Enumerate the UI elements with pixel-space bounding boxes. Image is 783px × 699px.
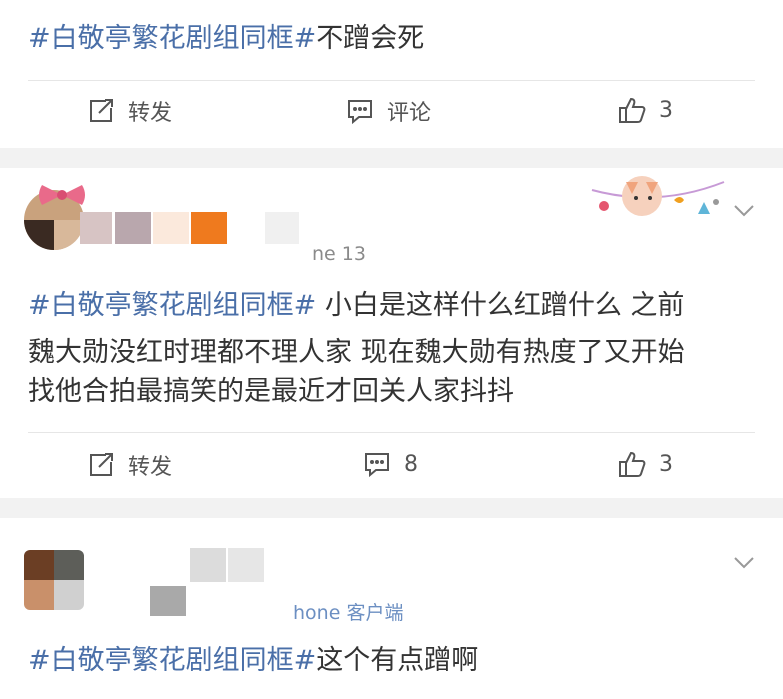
chevron-down-icon[interactable] [733, 204, 755, 218]
chevron-down-icon[interactable] [733, 556, 755, 570]
comment-count: 8 [404, 451, 418, 477]
like-button[interactable]: 3 [617, 449, 673, 479]
hashtag-link[interactable]: #白敬亭繁花剧组同框# [28, 23, 316, 54]
comment-icon [365, 453, 389, 478]
avatar[interactable] [24, 550, 84, 610]
repost-button[interactable]: 转发 [86, 449, 172, 481]
bow-icon [39, 185, 85, 205]
repost-button[interactable]: 转发 [86, 95, 172, 127]
post-body-line-3: 找他合拍最搞笑的是最近才回关人家抖抖 [28, 376, 514, 407]
comment-icon [348, 100, 372, 125]
hashtag-link[interactable]: #白敬亭繁花剧组同框# [28, 290, 316, 321]
post-body-line-1: 小白是这样什么红蹭什么 之前 [316, 290, 685, 321]
post-card-2: ne 13 #白敬亭繁花剧组同框# 小白是这样什么红蹭什么 之前 魏大勋没红时理… [0, 168, 783, 498]
hashtag-link[interactable]: #白敬亭繁花剧组同框# [28, 645, 316, 676]
post-body-line-2: 魏大勋没红时理都不理人家 现在魏大勋有热度了又开始 [28, 337, 685, 368]
comment-button[interactable]: 评论 [345, 95, 431, 127]
repost-label: 转发 [128, 101, 173, 126]
repost-icon [90, 99, 113, 122]
post-card-3: hone 客户端 #白敬亭繁花剧组同框#这个有点蹭啊 [0, 518, 783, 699]
divider [28, 80, 755, 81]
post-text: #白敬亭繁花剧组同框#不蹭会死 [28, 18, 424, 60]
post-body: 不蹭会死 [316, 23, 425, 54]
like-button[interactable]: 3 [617, 95, 673, 125]
post-text: #白敬亭繁花剧组同框#这个有点蹭啊 [28, 640, 478, 682]
comment-label: 评论 [387, 101, 432, 126]
like-count: 3 [659, 97, 673, 123]
post-body: 这个有点蹭啊 [316, 645, 479, 676]
post-card-1: #白敬亭繁花剧组同框#不蹭会死 转发 评论 3 [0, 0, 783, 148]
thumbs-up-icon [619, 451, 646, 477]
post-text: #白敬亭繁花剧组同框# 小白是这样什么红蹭什么 之前 [28, 285, 684, 327]
thumbs-up-icon [619, 97, 646, 123]
comment-button[interactable]: 8 [362, 449, 418, 479]
post-meta: ne 13 [312, 243, 366, 265]
repost-icon [90, 453, 113, 476]
repost-label: 转发 [128, 455, 173, 480]
like-count: 3 [659, 451, 673, 477]
ornament-icon [591, 176, 725, 216]
divider [28, 432, 755, 433]
post-meta: hone 客户端 [293, 602, 404, 624]
